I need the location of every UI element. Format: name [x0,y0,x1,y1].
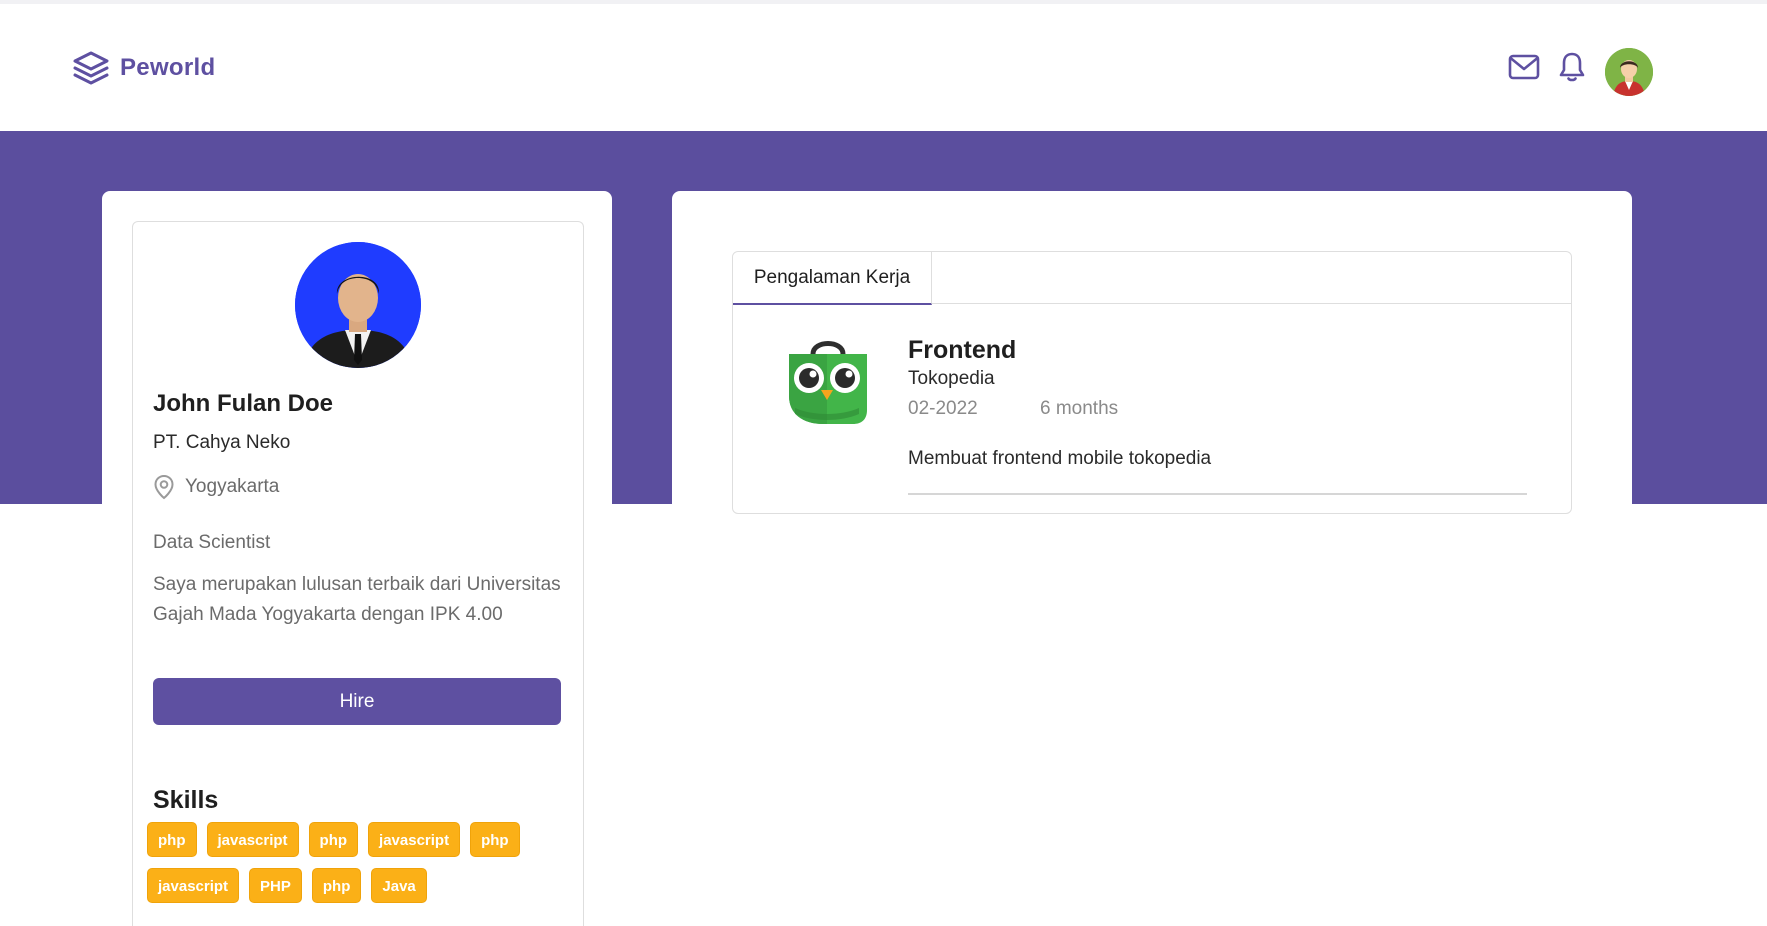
brand-name: Peworld [120,54,216,81]
user-avatar[interactable] [1605,48,1653,96]
map-pin-icon [154,474,174,500]
experience-card: Pengalaman Kerja Frontend Tokopedia 02-2… [672,191,1632,514]
experience-description: Membuat frontend mobile tokopedia [908,448,1212,469]
skill-badge: PHP [249,868,302,903]
experience-panel: Pengalaman Kerja Frontend Tokopedia 02-2… [732,251,1572,514]
profile-company: PT. Cahya Neko [153,432,291,453]
experience-duration: 6 months [1040,398,1119,419]
profile-location: Yogyakarta [153,474,279,500]
profile-job-title: Data Scientist [153,532,271,553]
skills-list: php javascript php javascript php javasc… [147,822,547,903]
skill-badge: Java [371,868,427,903]
skill-badge: php [311,868,362,903]
profile-panel: John Fulan Doe PT. Cahya Neko Yogyakarta… [132,221,584,926]
profile-name: John Fulan Doe [153,390,333,417]
bell-icon[interactable] [1558,51,1586,83]
navbar: Peworld [0,4,1767,131]
hire-button[interactable]: Hire [153,678,561,725]
mail-icon[interactable] [1508,54,1540,80]
brand-logo[interactable]: Peworld [72,50,215,86]
divider [908,493,1527,495]
tab-work-experience[interactable]: Pengalaman Kerja [733,252,932,305]
profile-bio: Saya merupakan lulusan terbaik dari Univ… [153,574,561,625]
location-label: Yogyakarta [185,476,280,497]
experience-company: Tokopedia [908,368,995,389]
experience-date: 02-2022 [908,398,978,419]
skill-badge: php [147,822,197,857]
experience-role: Frontend [908,336,1017,364]
skill-badge: javascript [206,822,299,857]
skill-badge: javascript [368,822,461,857]
tab-bar: Pengalaman Kerja [733,252,1571,305]
skill-badge: php [308,822,359,857]
layers-icon [73,51,109,85]
company-logo [783,332,873,428]
profile-photo [295,242,421,368]
skill-badge: javascript [147,868,240,903]
profile-card: John Fulan Doe PT. Cahya Neko Yogyakarta… [102,191,612,926]
skill-badge: php [470,822,520,857]
skills-heading: Skills [153,786,219,814]
